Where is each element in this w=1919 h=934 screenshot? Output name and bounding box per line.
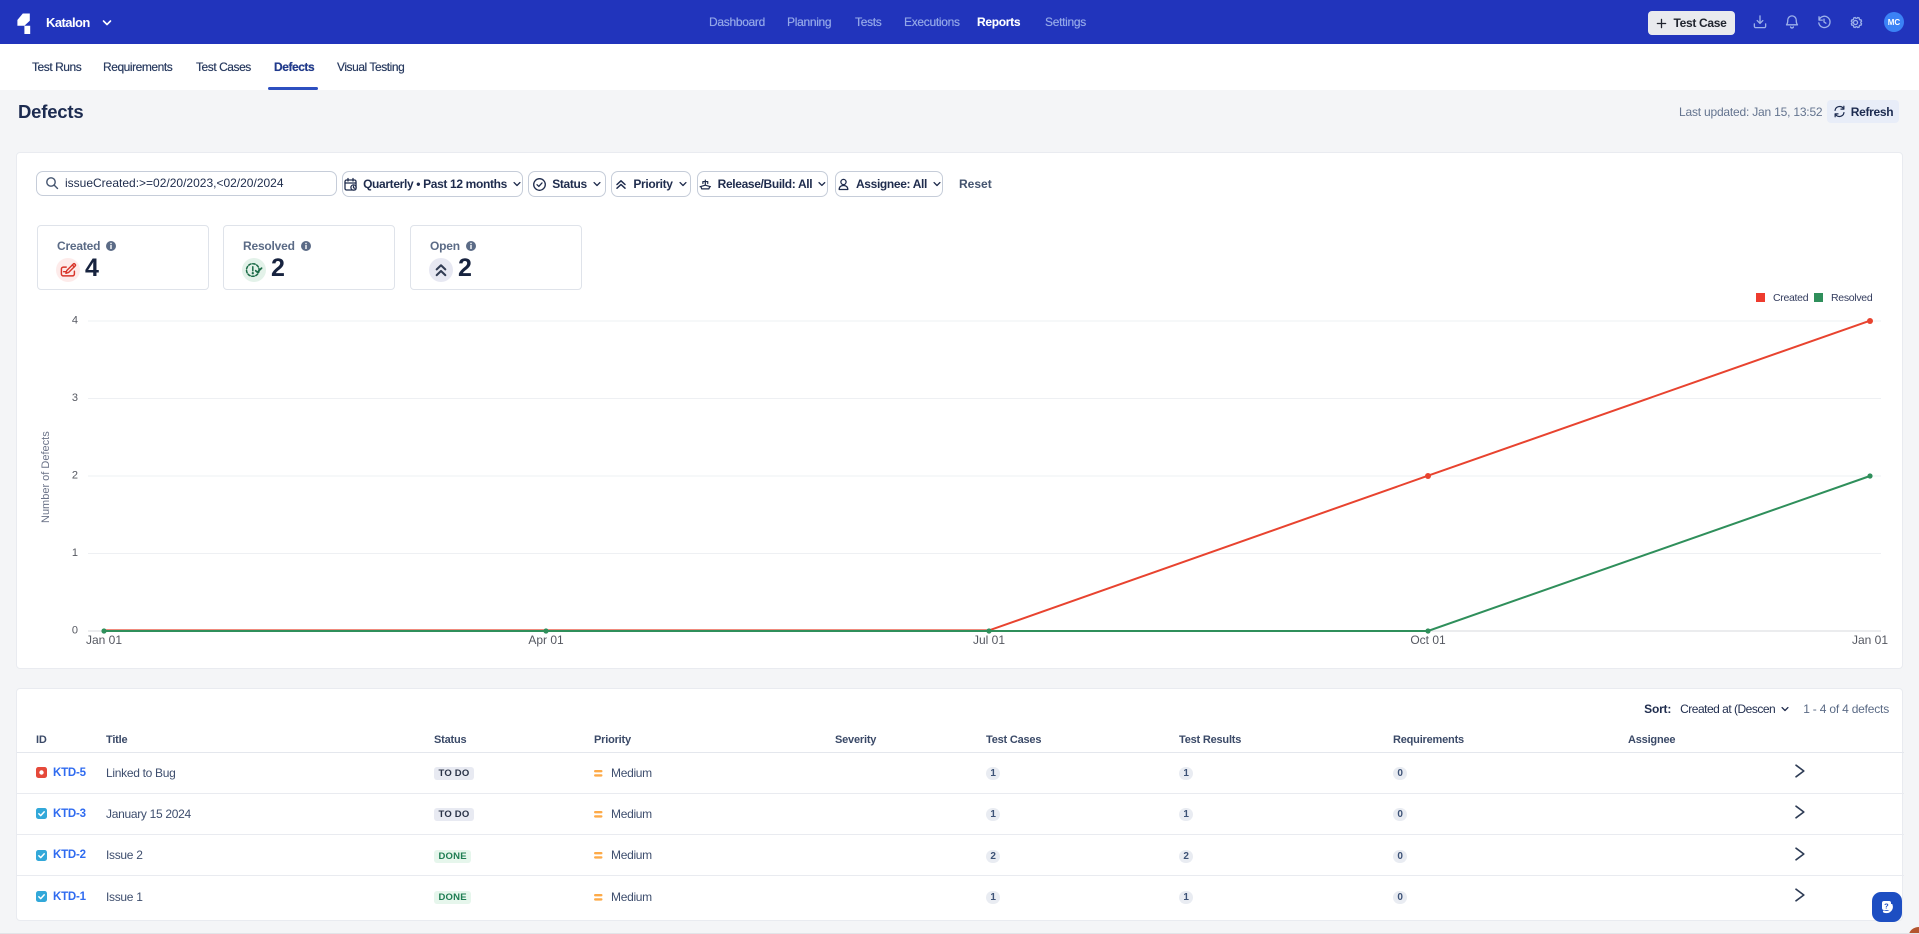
svg-text:3: 3 [72, 392, 78, 404]
svg-text:Apr 01: Apr 01 [528, 633, 564, 647]
svg-text:?: ? [1884, 901, 1889, 910]
svg-text:2: 2 [72, 470, 78, 482]
svg-text:1: 1 [72, 547, 78, 559]
svg-text:0: 0 [72, 625, 78, 637]
svg-text:Jan 01: Jan 01 [86, 633, 122, 647]
svg-text:Jan 01: Jan 01 [1852, 633, 1888, 647]
svg-text:Oct 01: Oct 01 [1410, 633, 1446, 647]
svg-text:Jul 01: Jul 01 [973, 633, 1005, 647]
svg-text:4: 4 [72, 315, 78, 327]
